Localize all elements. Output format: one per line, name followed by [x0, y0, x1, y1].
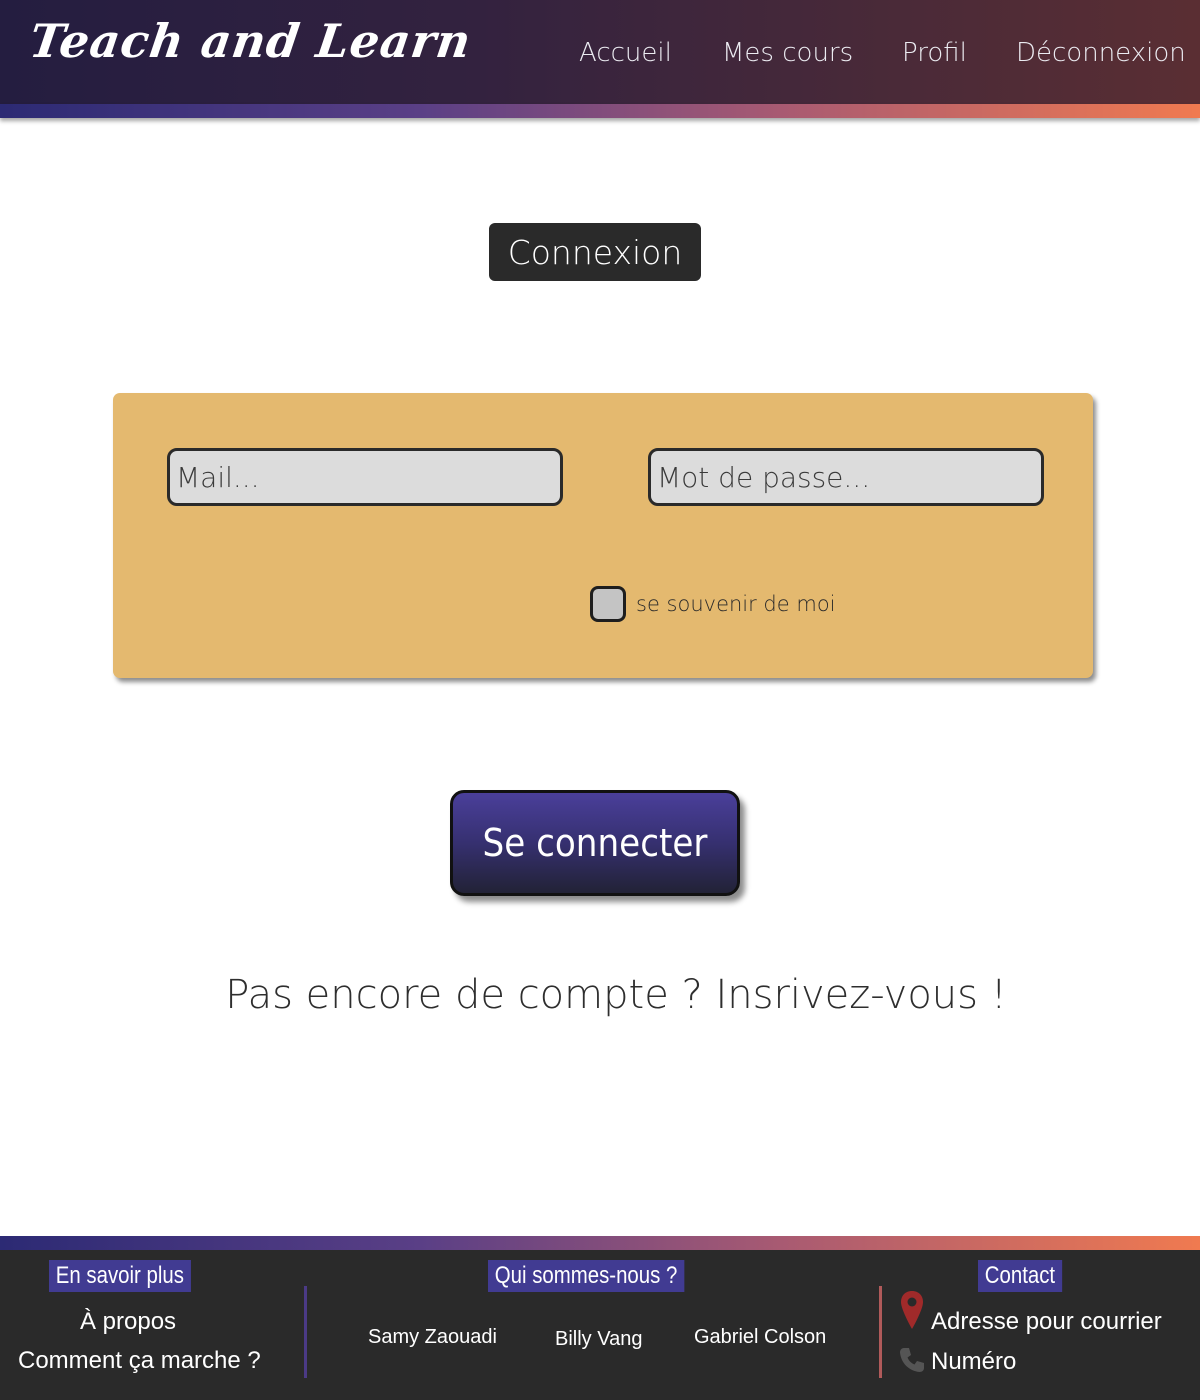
site-header: Teach and Learn Accueil Mes cours Profil…	[0, 0, 1200, 104]
contact-phone: Numéro	[931, 1348, 1017, 1375]
login-form-panel: se souvenir de moi	[113, 393, 1093, 678]
nav-accueil[interactable]: Accueil	[579, 38, 672, 68]
password-input[interactable]	[648, 448, 1044, 506]
footer-link-comment-ca-marche[interactable]: Comment ça marche ?	[18, 1347, 261, 1375]
site-footer: En savoir plus À propos Comment ça march…	[0, 1250, 1200, 1400]
footer-team-title: Qui sommes-nous ?	[488, 1260, 685, 1292]
footer-contact-title: Contact	[978, 1260, 1062, 1292]
team-member-gabriel: Gabriel Colson	[694, 1326, 827, 1348]
header-accent-stripe	[0, 104, 1200, 118]
main-nav: Accueil Mes cours Profil Déconnexion	[0, 38, 1200, 78]
login-button[interactable]: Se connecter	[450, 790, 740, 896]
contact-address: Adresse pour courrier	[931, 1308, 1162, 1335]
footer-accent-stripe	[0, 1236, 1200, 1250]
footer-divider-left	[304, 1286, 307, 1378]
nav-profil[interactable]: Profil	[902, 38, 967, 68]
team-member-samy: Samy Zaouadi	[368, 1326, 497, 1348]
footer-divider-right	[879, 1286, 882, 1378]
remember-me: se souvenir de moi	[590, 586, 836, 622]
nav-mes-cours[interactable]: Mes cours	[722, 38, 853, 68]
remember-me-label[interactable]: se souvenir de moi	[636, 592, 836, 616]
map-pin-icon	[901, 1291, 923, 1329]
mail-input[interactable]	[167, 448, 563, 506]
footer-link-a-propos[interactable]: À propos	[80, 1308, 176, 1336]
signup-link[interactable]: Pas encore de compte ? Insrivez-vous !	[0, 972, 1200, 1018]
footer-about-title: En savoir plus	[49, 1260, 191, 1292]
nav-deconnexion[interactable]: Déconnexion	[1016, 38, 1186, 68]
team-member-billy: Billy Vang	[555, 1328, 643, 1350]
page-title: Connexion	[489, 223, 701, 281]
phone-icon	[900, 1348, 924, 1372]
remember-me-checkbox[interactable]	[590, 586, 626, 622]
